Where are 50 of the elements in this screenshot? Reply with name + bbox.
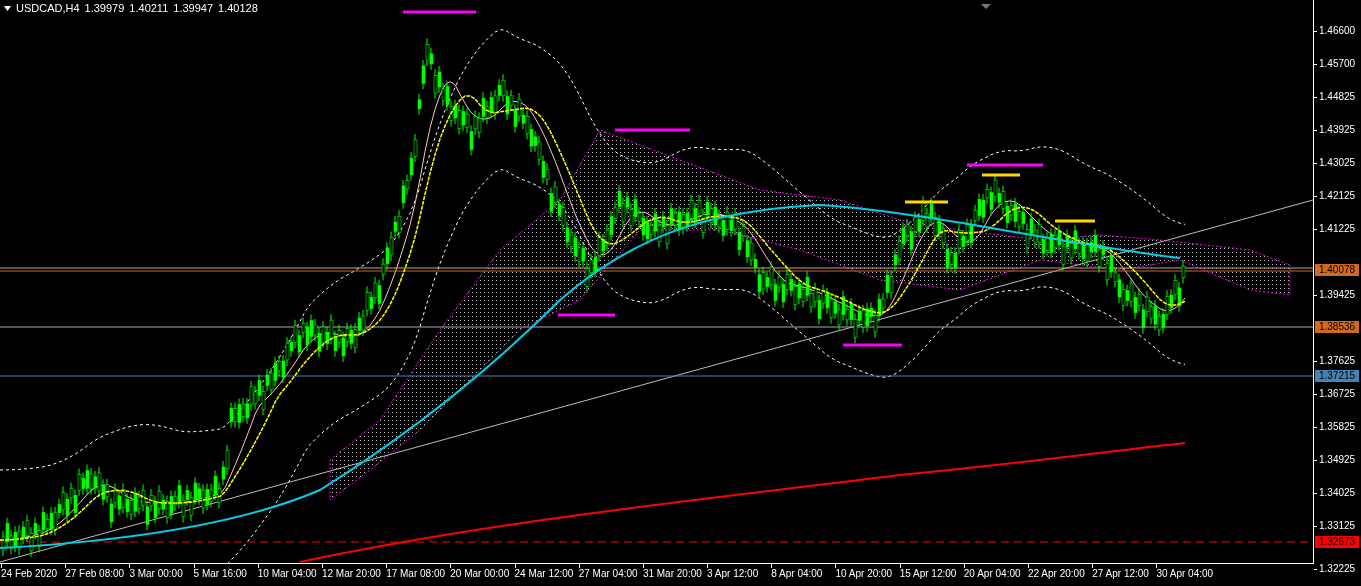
symbol-label: USDCAD,H4: [16, 3, 80, 14]
time-tick-label: 22 Apr 20:00: [1027, 568, 1086, 580]
quote-value: 1.39979: [84, 3, 125, 14]
price-tick-label: 1.43925: [1319, 124, 1356, 136]
price-tick-label: 1.35825: [1319, 421, 1356, 433]
time-tick-label: 31 Mar 20:00: [641, 568, 703, 580]
time-tick-label: 24 Mar 12:00: [513, 568, 575, 580]
level-marker-line: [982, 173, 1020, 177]
price-tick-label: 1.34025: [1319, 487, 1356, 499]
price-tick-label: 1.34925: [1319, 454, 1356, 466]
price-tick-label: 1.37625: [1319, 355, 1356, 367]
time-tick-label: 27 Feb 08:00: [64, 568, 126, 580]
time-tick-label: 3 Apr 12:00: [706, 568, 760, 580]
price-tick-label: 1.36725: [1319, 388, 1356, 400]
time-tick-label: 17 Mar 08:00: [385, 568, 447, 580]
price-tag: 1.40078: [1315, 264, 1359, 276]
quote-value: 1.39947: [173, 3, 214, 14]
price-tick-label: 1.33125: [1319, 520, 1356, 532]
time-tick-label: 10 Apr 20:00: [834, 568, 894, 580]
time-tick-label: 15 Apr 12:00: [898, 568, 958, 580]
price-tag: 1.38536: [1315, 321, 1359, 333]
level-marker-line: [905, 200, 948, 204]
quote-value: 1.40211: [129, 3, 169, 14]
time-tick-label: 3 Mar 00:00: [128, 568, 184, 580]
level-marker-line: [1055, 219, 1095, 223]
time-tick-label: 10 Mar 04:00: [256, 568, 318, 580]
time-tick-label: 27 Apr 12:00: [1091, 568, 1150, 580]
level-marker-line: [558, 313, 615, 317]
price-tick-label: 1.39425: [1319, 289, 1356, 301]
price-tag: 1.37215: [1315, 370, 1359, 382]
price-tick-label: 1.41225: [1319, 223, 1356, 235]
price-tick-label: 1.45700: [1319, 58, 1356, 70]
price-tick-label: 1.46600: [1319, 25, 1356, 37]
time-tick-label: 30 Apr 04:00: [1155, 568, 1215, 580]
time-tick-label: 20 Apr 04:00: [962, 568, 1022, 580]
price-tick-label: 1.42125: [1319, 190, 1356, 202]
price-tag: 1.32673: [1315, 536, 1359, 548]
price-tick-label: 1.32225: [1319, 563, 1356, 575]
dropdown-triangle-icon[interactable]: [4, 6, 11, 11]
time-tick-label: 27 Mar 04:00: [577, 568, 639, 580]
quote-value: 1.40128: [218, 3, 258, 14]
level-marker-line: [843, 343, 902, 347]
time-tick-label: 8 Apr 04:00: [770, 568, 824, 580]
price-tick-label: 1.44825: [1319, 91, 1356, 103]
chart-shift-triangle-icon[interactable]: [981, 4, 991, 9]
price-tick-label: 1.43025: [1319, 157, 1356, 169]
time-tick-label: 5 Mar 16:00: [192, 568, 248, 580]
time-tick-label: 24 Feb 2020: [0, 568, 59, 580]
time-tick-label: 12 Mar 20:00: [320, 568, 382, 580]
time-tick-label: 20 Mar 00:00: [449, 568, 511, 580]
